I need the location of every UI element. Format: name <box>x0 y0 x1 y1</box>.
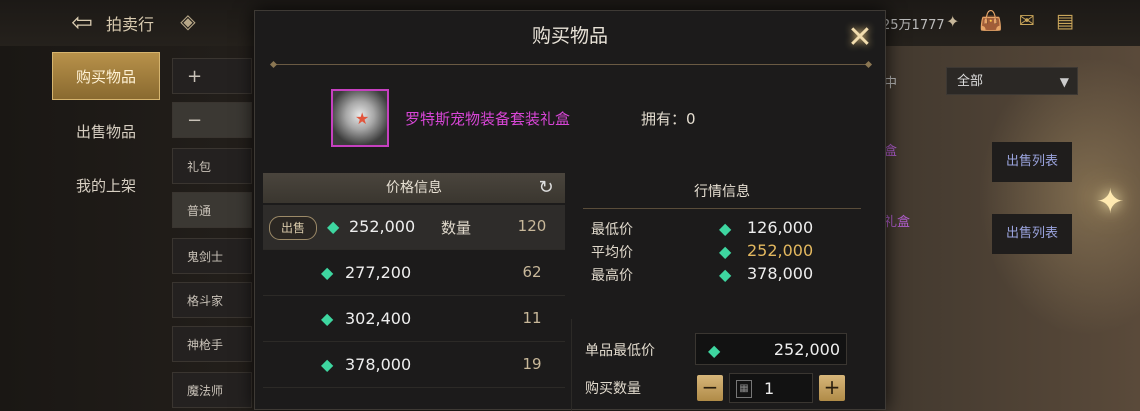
item-name: 罗特斯宠物装备套装礼盒 <box>405 110 571 128</box>
collapse-button[interactable]: − <box>172 102 252 138</box>
quantity-input[interactable]: ▦ 1 <box>729 373 813 403</box>
filter-item-fighter[interactable]: 格斗家 <box>172 282 252 318</box>
divider <box>273 64 869 65</box>
sidebar-item-buy[interactable]: 购买物品 <box>52 52 160 100</box>
price-info-header: 价格信息 ↻ <box>263 173 565 203</box>
quantity-value: 120 <box>517 217 547 235</box>
back-arrow-icon[interactable]: ⇦ <box>66 8 98 38</box>
buy-item-dialog: 购买物品 ✕ ★ 罗特斯宠物装备套装礼盒 拥有：0 价格信息 ↻ 出售 ◆ 25… <box>254 10 886 411</box>
chat-icon[interactable]: ▤ <box>1052 10 1078 32</box>
price-row[interactable]: ◆ 302,400 11 <box>263 297 565 342</box>
gem-icon: ◆ <box>708 341 721 360</box>
filter-item-slayer[interactable]: 鬼剑士 <box>172 238 252 274</box>
max-price-value: 378,000 <box>747 264 814 283</box>
price-row[interactable]: 出售 ◆ 252,000 数量 120 <box>263 205 565 250</box>
unit-min-price-box: ◆ 252,000 <box>695 333 847 365</box>
expand-all-button[interactable]: + <box>172 58 252 94</box>
filter-item-gift[interactable]: 礼包 <box>172 148 252 184</box>
price-info-title: 价格信息 <box>386 180 442 196</box>
listing-name-partial: 礼盒 <box>884 215 911 230</box>
chevron-down-icon: ▼ <box>1059 75 1069 89</box>
gem-icon: ◆ <box>327 217 340 236</box>
quantity-value: 62 <box>522 263 542 281</box>
sell-badge: 出售 <box>269 216 317 240</box>
item-icon[interactable]: ★ <box>331 89 389 147</box>
gem-icon: ◆ <box>719 219 732 238</box>
sell-list-button[interactable]: 出售列表 <box>992 142 1072 182</box>
divider <box>571 319 572 411</box>
category-dropdown[interactable]: 全部 ▼ <box>946 67 1078 95</box>
gem-icon: ◆ <box>321 263 334 282</box>
calculator-icon[interactable]: ▦ <box>736 380 752 398</box>
close-icon[interactable]: ✕ <box>843 21 877 55</box>
sparkle-icon: ✦ <box>1096 182 1125 222</box>
price-value: 302,400 <box>345 309 412 328</box>
min-price-value: 126,000 <box>747 218 814 237</box>
price-value: 378,000 <box>345 355 412 374</box>
currency-amount: 25万1777 <box>882 18 945 33</box>
quantity-input-value: 1 <box>764 379 775 398</box>
gem-icon: ◆ <box>321 355 334 374</box>
diamond-icon[interactable]: ◈ <box>176 9 200 33</box>
sell-list-button[interactable]: 出售列表 <box>992 214 1072 254</box>
price-row[interactable]: ◆ 277,200 62 <box>263 251 565 296</box>
avg-price-value: 252,000 <box>747 241 814 260</box>
sidebar-item-my-listings[interactable]: 我的上架 <box>52 162 160 210</box>
max-price-label: 最高价 <box>591 268 633 284</box>
quantity-label: 数量 <box>441 219 472 237</box>
gem-icon: ◆ <box>321 309 334 328</box>
mail-icon[interactable]: ✉ <box>1014 10 1040 32</box>
filter-item-gunner[interactable]: 神枪手 <box>172 326 252 362</box>
price-row[interactable]: ◆ 378,000 19 <box>263 343 565 388</box>
quantity-value: 11 <box>522 309 542 327</box>
increase-quantity-button[interactable]: + <box>819 375 845 401</box>
avg-price-label: 平均价 <box>591 245 633 261</box>
buy-quantity-label: 购买数量 <box>585 381 641 397</box>
filter-item-mage[interactable]: 魔法师 <box>172 372 252 408</box>
decrease-quantity-button[interactable]: − <box>697 375 723 401</box>
bag-icon[interactable]: 👜 <box>978 10 1004 32</box>
divider <box>583 208 861 209</box>
page-title: 拍卖行 <box>106 15 155 34</box>
unit-min-price-value: 252,000 <box>773 340 840 359</box>
sidebar-item-sell[interactable]: 出售物品 <box>52 108 160 156</box>
unit-min-price-label: 单品最低价 <box>585 343 655 359</box>
item-emblem-icon: ★ <box>355 109 370 128</box>
gem-icon: ◆ <box>719 265 732 284</box>
quantity-value: 19 <box>522 355 542 373</box>
currency-icon: ✦ <box>946 12 960 31</box>
price-value: 277,200 <box>345 263 412 282</box>
dropdown-value: 全部 <box>957 74 984 89</box>
refresh-icon[interactable]: ↻ <box>535 177 557 199</box>
market-info-title: 行情信息 <box>694 184 750 200</box>
dialog-title: 购买物品 <box>531 25 608 47</box>
price-value: 252,000 <box>349 217 416 236</box>
owned-count: 拥有：0 <box>641 110 696 128</box>
gem-icon: ◆ <box>719 242 732 261</box>
min-price-label: 最低价 <box>591 222 633 238</box>
filter-item-normal[interactable]: 普通 <box>172 192 252 228</box>
